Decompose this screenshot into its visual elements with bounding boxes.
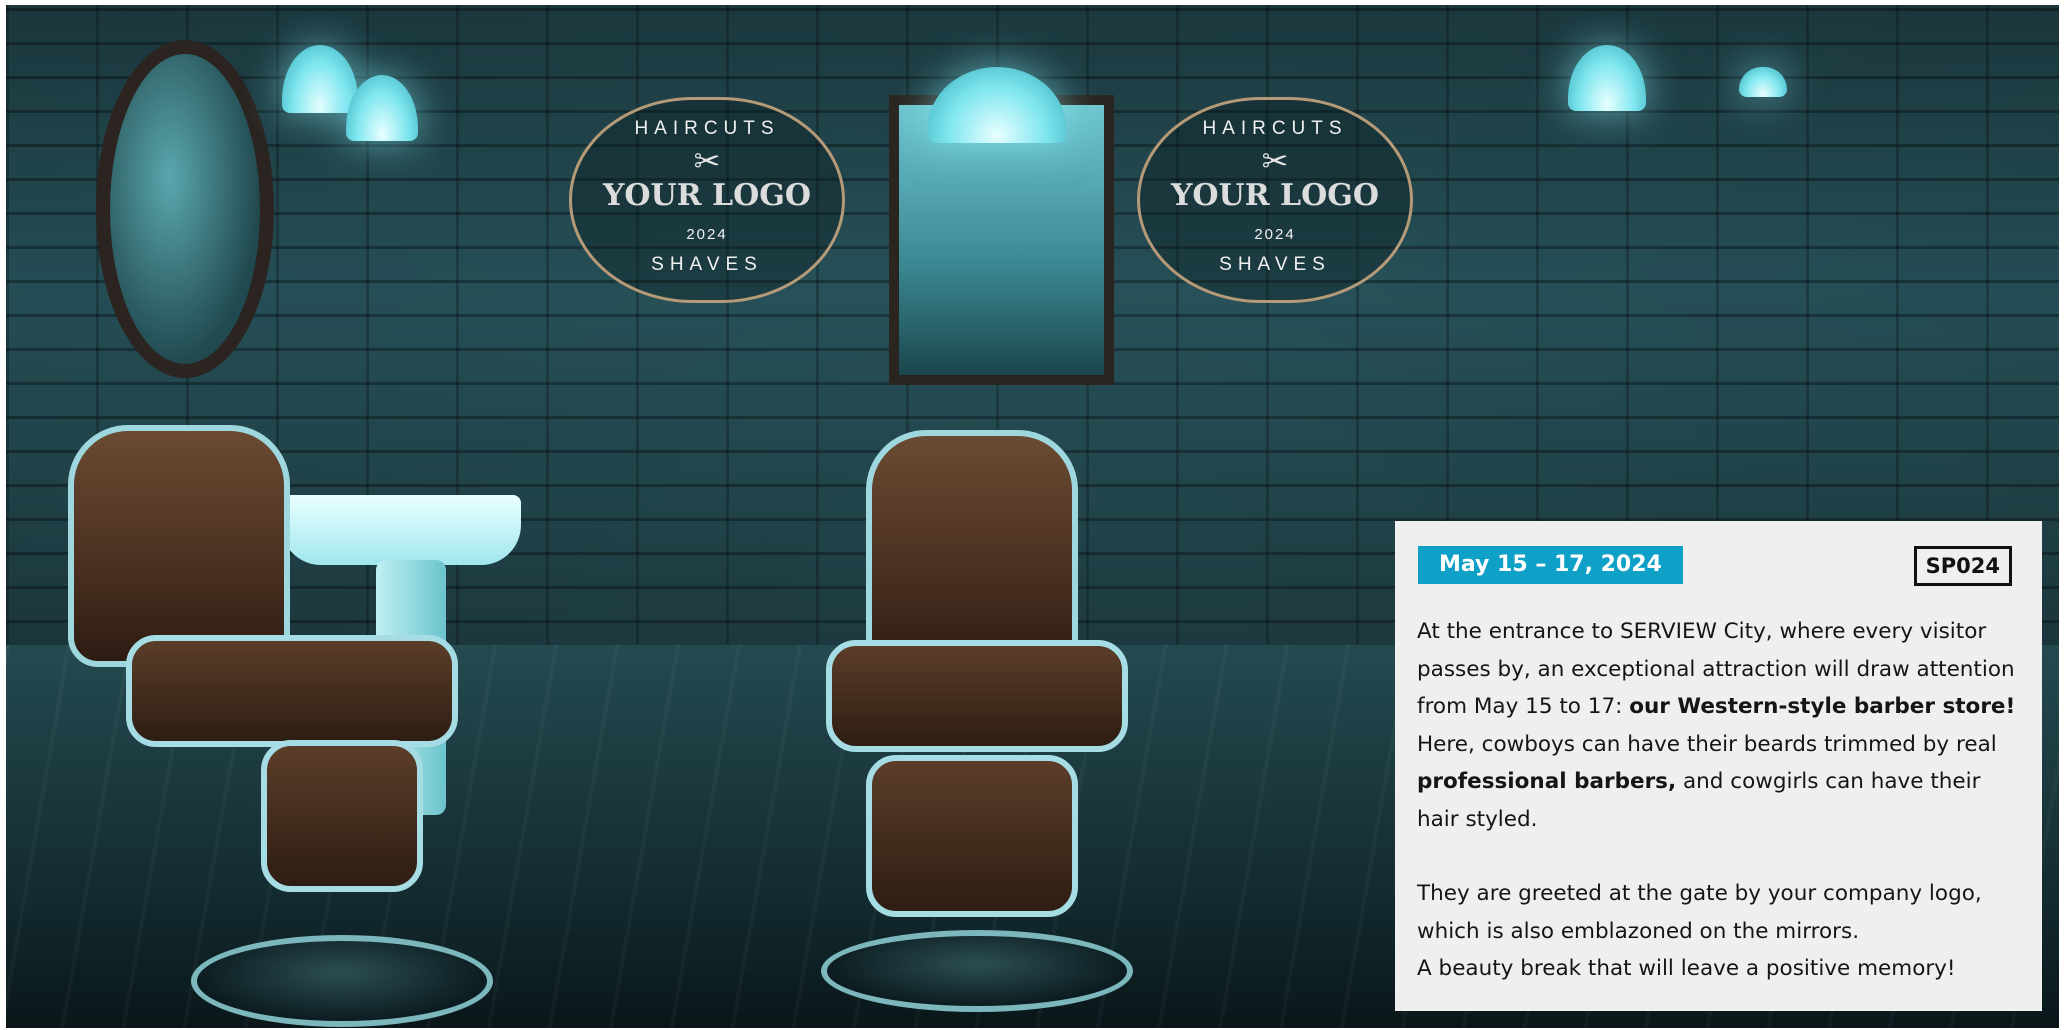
logo-name: YOUR LOGO — [602, 178, 812, 213]
barber-chair-center-back — [866, 430, 1078, 672]
barber-chair-left-back — [68, 425, 290, 667]
description-paragraph-3: A beauty break that will leave a positiv… — [1417, 956, 1956, 981]
scissors-icon: ✂ — [693, 143, 721, 179]
date-range-badge: May 15 – 17, 2024 — [1418, 546, 1683, 584]
description-paragraph-2: They are greeted at the gate by your com… — [1417, 881, 1982, 944]
description-paragraph-1: At the entrance to SERVIEW City, where e… — [1417, 613, 2017, 838]
barber-store-photo: HAIRCUTS ✂ YOUR LOGO 2024 SHAVES HAIRCUT… — [6, 5, 2059, 1028]
barber-chair-left-base — [191, 935, 493, 1027]
wall-logo-right: HAIRCUTS ✂ YOUR LOGO 2024 SHAVES — [1137, 97, 1413, 303]
barber-chair-left-footrest — [261, 740, 423, 892]
logo-top-text: HAIRCUTS — [1202, 118, 1348, 139]
event-description: At the entrance to SERVIEW City, where e… — [1417, 613, 2017, 988]
wash-basin — [281, 495, 521, 565]
logo-bottom-text: SHAVES — [1219, 254, 1331, 275]
product-code-badge: SP024 — [1913, 546, 2012, 586]
barber-chair-left-seat — [126, 635, 458, 747]
wall-logo-left: HAIRCUTS ✂ YOUR LOGO 2024 SHAVES — [569, 97, 845, 303]
logo-top-text: HAIRCUTS — [634, 118, 780, 139]
scissors-icon: ✂ — [1261, 143, 1289, 179]
oval-mirror — [96, 40, 274, 378]
logo-name: YOUR LOGO — [1170, 178, 1380, 213]
event-info-panel: May 15 – 17, 2024 SP024 At the entrance … — [1395, 521, 2042, 1011]
logo-year: 2024 — [1254, 226, 1296, 243]
barber-chair-center-base — [821, 930, 1133, 1012]
description-highlight: professional barbers, — [1417, 769, 1677, 794]
logo-year: 2024 — [686, 226, 728, 243]
description-text: Here, cowboys can have their beards trim… — [1417, 731, 1997, 757]
barber-chair-center-seat — [826, 640, 1128, 752]
logo-bottom-text: SHAVES — [651, 254, 763, 275]
description-highlight: our Western-style barber store! — [1629, 694, 2016, 719]
barber-chair-center-footrest — [866, 755, 1078, 917]
